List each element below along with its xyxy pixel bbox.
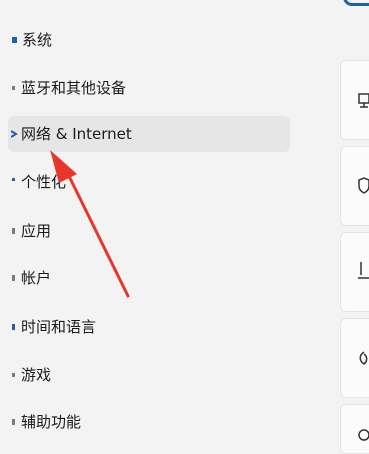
info-icon: [358, 427, 369, 446]
sidebar-item-label: 蓝牙和其他设备: [21, 79, 127, 97]
gamepad-icon: [8, 367, 22, 383]
sidebar-item-system[interactable]: 系统: [8, 22, 290, 58]
sidebar-item-gaming[interactable]: 游戏: [8, 357, 290, 393]
settings-card[interactable]: [340, 60, 369, 140]
settings-card[interactable]: [340, 232, 369, 312]
sidebar-item-label: 个性化: [21, 173, 67, 191]
sidebar-item-label: 网络 & Internet: [21, 125, 132, 143]
monitor-icon: [358, 93, 369, 113]
settings-card[interactable]: [340, 404, 369, 454]
settings-card[interactable]: [340, 318, 369, 398]
apps-icon: [8, 223, 22, 239]
download-icon: [358, 261, 369, 285]
shield-icon: [358, 177, 369, 199]
sidebar-item-label: 帐户: [21, 269, 52, 287]
sidebar-item-label: 辅助功能: [21, 413, 82, 431]
sidebar-item-time-language[interactable]: 时间和语言: [8, 309, 290, 345]
sidebar-item-apps[interactable]: 应用: [8, 213, 290, 249]
monitor-icon: [8, 32, 22, 48]
settings-card[interactable]: [340, 146, 369, 226]
clock-icon: [8, 319, 22, 335]
sidebar-item-label: 时间和语言: [21, 318, 97, 336]
accessibility-icon: [8, 414, 22, 430]
phone-icon: [358, 349, 369, 371]
wifi-icon: [8, 126, 22, 142]
sidebar-item-bluetooth[interactable]: 蓝牙和其他设备: [8, 70, 290, 106]
bluetooth-icon: [8, 80, 22, 96]
content-cards-column: [340, 0, 369, 454]
sidebar-item-accounts[interactable]: 帐户: [8, 260, 290, 296]
brush-icon: [8, 174, 22, 190]
person-icon: [8, 270, 22, 286]
sidebar-item-label: 应用: [21, 222, 52, 240]
settings-sidebar: 系统 蓝牙和其他设备 网络 & Internet 个性化 应用 帐户 时间和语言…: [0, 0, 300, 439]
sidebar-item-label: 游戏: [21, 366, 52, 384]
sidebar-item-personalization[interactable]: 个性化: [8, 164, 290, 200]
sidebar-item-network[interactable]: 网络 & Internet: [8, 116, 290, 152]
sidebar-item-label: 系统: [22, 31, 53, 49]
sidebar-item-accessibility[interactable]: 辅助功能: [8, 404, 290, 440]
